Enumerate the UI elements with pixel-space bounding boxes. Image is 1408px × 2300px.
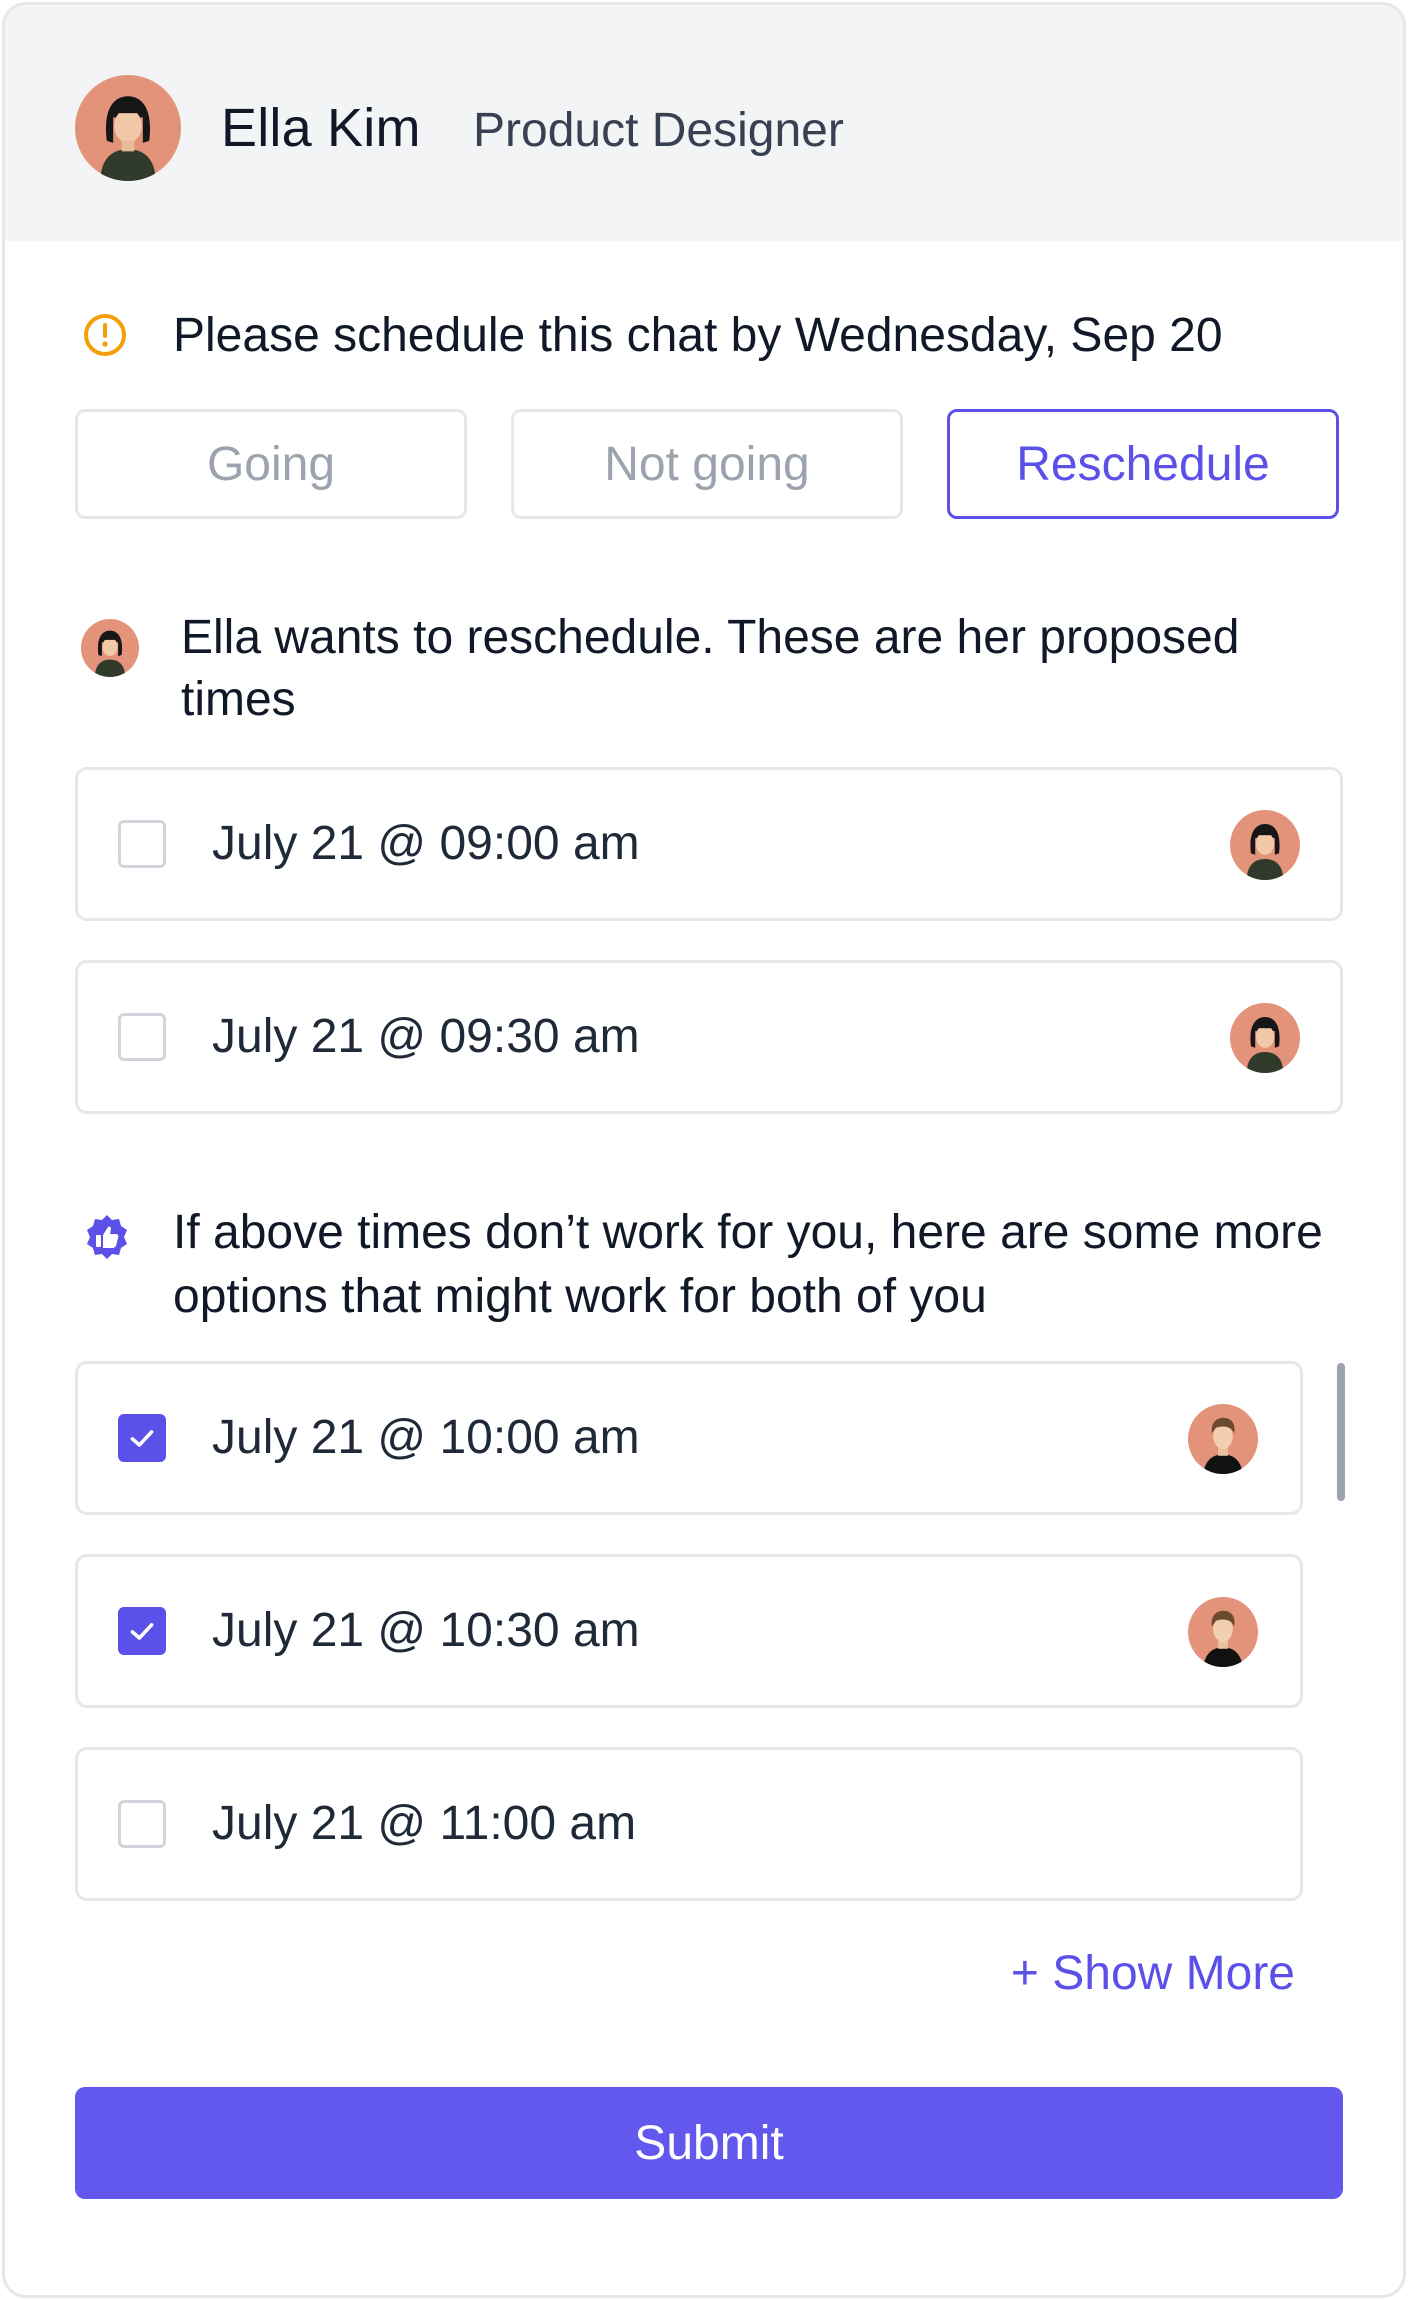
man-avatar [1188,1597,1258,1667]
slot-label: July 21 @ 09:30 am [212,1010,640,1063]
slot-label: July 21 @ 11:00 am [212,1797,637,1850]
submit-button[interactable]: Submit [75,2087,1343,2199]
slot-checkbox[interactable] [118,1414,166,1462]
ella-avatar [1230,1003,1300,1073]
time-slot-option[interactable]: July 21 @ 10:30 am [75,1554,1303,1708]
scrollbar-thumb[interactable] [1337,1363,1345,1501]
slot-checkbox[interactable] [118,1013,166,1061]
schedule-card: Ella Kim Product Designer Please schedul… [2,2,1406,2298]
man-avatar [1188,1404,1258,1474]
slot-checkbox[interactable] [118,1607,166,1655]
slot-label: July 21 @ 10:30 am [212,1604,640,1657]
deadline-notice: Please schedule this chat by Wednesday, … [173,309,1223,362]
card-header: Ella Kim Product Designer [5,5,1403,241]
show-more-link[interactable]: + Show More [1011,1943,1295,2005]
time-slot-option[interactable]: July 21 @ 11:00 am [75,1747,1303,1901]
going-button[interactable]: Going [75,409,467,519]
slot-checkbox[interactable] [118,820,166,868]
not-going-button[interactable]: Not going [511,409,903,519]
ella-avatar [1230,810,1300,880]
warning-icon [81,311,129,359]
time-slot-option[interactable]: July 21 @ 09:30 am [75,960,1343,1114]
slot-label: July 21 @ 09:00 am [212,817,640,870]
ella-avatar [81,619,139,677]
user-role: Product Designer [473,104,844,157]
user-avatar [75,75,181,181]
time-slot-option[interactable]: July 21 @ 10:00 am [75,1361,1303,1515]
suggestion-message: If above times don’t work for you, here … [173,1206,1323,1323]
reschedule-message: Ella wants to reschedule. These are her … [181,611,1240,726]
slot-checkbox[interactable] [118,1800,166,1848]
thumbs-up-badge-icon [81,1211,133,1263]
slot-label: July 21 @ 10:00 am [212,1411,640,1464]
time-slot-option[interactable]: July 21 @ 09:00 am [75,767,1343,921]
user-name: Ella Kim [221,98,421,158]
reschedule-button[interactable]: Reschedule [947,409,1339,519]
